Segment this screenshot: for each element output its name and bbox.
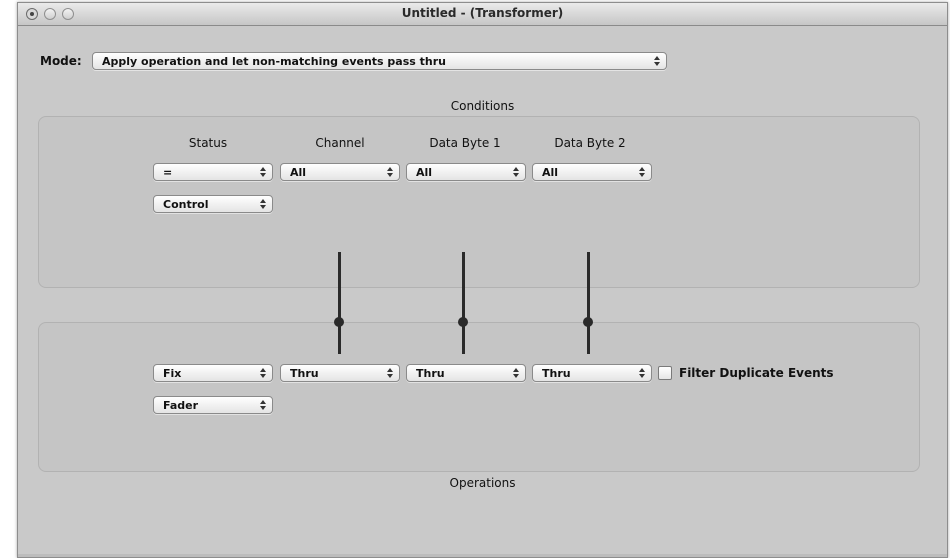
connector-icon: [587, 252, 590, 354]
popup-arrows-icon: [513, 366, 519, 380]
connector-knob: [458, 317, 468, 327]
connector-knob: [583, 317, 593, 327]
popup-arrows-icon: [260, 366, 266, 380]
connector-icon: [462, 252, 465, 354]
window-bottom-edge: [18, 554, 947, 557]
channel-column-header: Channel: [315, 136, 365, 150]
condition-status-operator-popup[interactable]: =: [153, 163, 273, 181]
mode-label: Mode:: [40, 54, 82, 68]
operation-data-byte-1-value: Thru: [416, 367, 445, 380]
operation-data-byte-2-popup[interactable]: Thru: [532, 364, 652, 382]
popup-arrows-icon: [639, 165, 645, 179]
operation-status-value-popup[interactable]: Fader: [153, 396, 273, 414]
condition-status-value: Control: [163, 198, 209, 211]
data-byte-2-column-header: Data Byte 2: [554, 136, 626, 150]
operation-channel-popup[interactable]: Thru: [280, 364, 400, 382]
operation-status-value: Fader: [163, 399, 199, 412]
condition-data-byte-2-popup[interactable]: All: [532, 163, 652, 181]
condition-channel-value: All: [290, 166, 307, 179]
condition-status-value-popup[interactable]: Control: [153, 195, 273, 213]
condition-data-byte-2-value: All: [542, 166, 559, 179]
filter-duplicate-events-label[interactable]: Filter Duplicate Events: [679, 366, 834, 380]
mode-popup-value: Apply operation and let non-matching eve…: [102, 55, 447, 68]
popup-arrows-icon: [654, 54, 660, 68]
transformer-window: Untitled - (Transformer) Mode: Apply ope…: [17, 2, 948, 558]
popup-arrows-icon: [513, 165, 519, 179]
operation-channel-value: Thru: [290, 367, 319, 380]
operation-status-operator-popup[interactable]: Fix: [153, 364, 273, 382]
condition-data-byte-1-value: All: [416, 166, 433, 179]
popup-arrows-icon: [387, 366, 393, 380]
filter-duplicate-events-checkbox[interactable]: [658, 366, 672, 380]
popup-arrows-icon: [260, 165, 266, 179]
condition-data-byte-1-popup[interactable]: All: [406, 163, 526, 181]
data-byte-1-column-header: Data Byte 1: [429, 136, 501, 150]
operation-data-byte-1-popup[interactable]: Thru: [406, 364, 526, 382]
window-title: Untitled - (Transformer): [401, 6, 564, 20]
condition-status-operator-value: =: [163, 166, 173, 179]
conditions-heading: Conditions: [450, 99, 515, 113]
popup-arrows-icon: [260, 197, 266, 211]
operations-heading: Operations: [449, 476, 516, 490]
operation-data-byte-2-value: Thru: [542, 367, 571, 380]
status-column-header: Status: [188, 136, 228, 150]
popup-arrows-icon: [260, 398, 266, 412]
popup-arrows-icon: [639, 366, 645, 380]
popup-arrows-icon: [387, 165, 393, 179]
title-bar[interactable]: Untitled - (Transformer): [18, 3, 947, 26]
operation-status-operator-value: Fix: [163, 367, 182, 380]
condition-channel-popup[interactable]: All: [280, 163, 400, 181]
mode-popup[interactable]: Apply operation and let non-matching eve…: [92, 52, 667, 70]
connector-icon: [338, 252, 341, 354]
connector-knob: [334, 317, 344, 327]
